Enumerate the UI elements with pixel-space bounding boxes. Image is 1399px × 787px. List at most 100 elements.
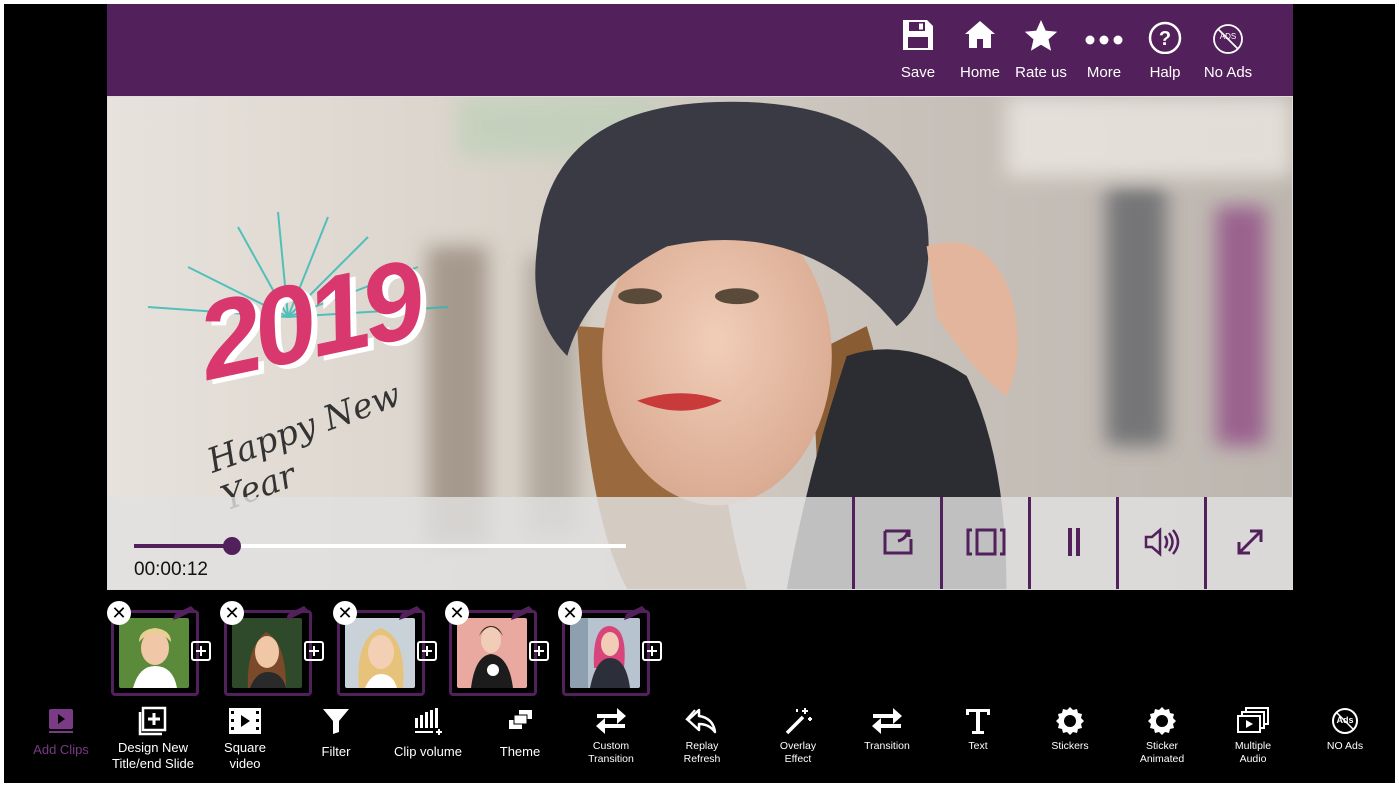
more-label: More bbox=[1086, 64, 1122, 81]
video-preview[interactable]: 2019 Happy New Year 00:00:12 bbox=[107, 96, 1293, 590]
pencil-icon[interactable] bbox=[284, 604, 312, 627]
home-button[interactable]: Home bbox=[949, 18, 1011, 90]
theme-tool[interactable]: Theme bbox=[475, 706, 565, 776]
clip-add-button[interactable] bbox=[529, 641, 549, 661]
pause-button[interactable] bbox=[1028, 497, 1117, 589]
replay-refresh-label: Replay Refresh bbox=[683, 740, 721, 765]
rate-us-button[interactable]: Rate us bbox=[1010, 18, 1072, 90]
swap-arrows-icon bbox=[566, 706, 656, 738]
pencil-icon[interactable] bbox=[397, 604, 425, 627]
transition-tool[interactable]: Transition bbox=[842, 706, 932, 776]
text-label: Text bbox=[968, 740, 988, 752]
multi-audio-icon bbox=[1208, 706, 1298, 738]
badge-icon bbox=[1117, 706, 1207, 738]
transition-label: Transition bbox=[864, 740, 910, 752]
swap-arrows-icon bbox=[842, 706, 932, 738]
replay-refresh-tool[interactable]: Replay Refresh bbox=[657, 706, 747, 776]
aspect-ratio-icon bbox=[966, 527, 1006, 562]
square-video-label: Square video bbox=[224, 740, 266, 771]
theme-icon bbox=[475, 706, 565, 738]
clip-delete-button[interactable]: ✕ bbox=[220, 601, 244, 625]
clip-add-button[interactable] bbox=[642, 641, 662, 661]
stickers-label: Stickers bbox=[1051, 740, 1089, 752]
seek-bar-fill bbox=[134, 544, 233, 548]
clip-item[interactable]: ✕ bbox=[333, 601, 437, 696]
custom-transition-label: Custom Transition bbox=[588, 740, 634, 765]
pencil-icon[interactable] bbox=[509, 604, 537, 627]
fullscreen-button[interactable] bbox=[1204, 497, 1292, 589]
more-button[interactable]: More bbox=[1073, 18, 1135, 90]
clip-item[interactable]: ✕ bbox=[558, 601, 662, 696]
clip-thumbnail bbox=[232, 618, 302, 688]
home-label: Home bbox=[959, 64, 1000, 81]
no-ads-icon: Ads bbox=[1300, 706, 1390, 738]
home-icon bbox=[949, 18, 1011, 58]
rate-us-label: Rate us bbox=[1015, 64, 1067, 81]
volume-bars-icon bbox=[383, 706, 473, 738]
replay-icon bbox=[657, 706, 747, 738]
floppy-disk-icon bbox=[887, 18, 949, 58]
pencil-icon[interactable] bbox=[171, 604, 199, 627]
help-button[interactable]: ? Halp bbox=[1134, 18, 1196, 90]
new-year-overlay: 2019 Happy New Year bbox=[128, 207, 468, 519]
star-icon bbox=[1010, 18, 1072, 58]
expand-icon bbox=[1235, 527, 1265, 562]
clip-add-button[interactable] bbox=[304, 641, 324, 661]
pause-icon bbox=[1067, 527, 1081, 562]
custom-transition-tool[interactable]: Custom Transition bbox=[566, 706, 656, 776]
clip-item[interactable]: ✕ bbox=[220, 601, 324, 696]
no-ads-tool-label: NO Ads bbox=[1326, 740, 1364, 752]
seek-knob[interactable] bbox=[223, 537, 242, 555]
no-ads-icon: ADS bbox=[1197, 18, 1259, 58]
aspect-ratio-button[interactable] bbox=[940, 497, 1029, 589]
clip-thumbnail bbox=[457, 618, 527, 688]
design-title-slide-label: Design New Title/end Slide bbox=[112, 740, 194, 771]
help-label: Halp bbox=[1149, 64, 1181, 81]
crop-icon bbox=[882, 527, 914, 562]
clip-delete-button[interactable]: ✕ bbox=[445, 601, 469, 625]
clip-delete-button[interactable]: ✕ bbox=[558, 601, 582, 625]
magic-wand-icon bbox=[753, 706, 843, 738]
clip-item[interactable]: ✕ bbox=[107, 601, 211, 696]
speaker-icon bbox=[1144, 526, 1180, 562]
top-bar: Save Home Rate us More ? Halp ADS No Ads bbox=[107, 4, 1293, 96]
no-ads-tool[interactable]: Ads NO Ads bbox=[1300, 706, 1390, 776]
clip-delete-button[interactable]: ✕ bbox=[333, 601, 357, 625]
add-clips-tool[interactable]: Add Clips bbox=[16, 706, 106, 776]
clip-volume-tool[interactable]: Clip volume bbox=[383, 706, 473, 776]
text-tool[interactable]: Text bbox=[933, 706, 1023, 776]
pencil-icon[interactable] bbox=[622, 604, 650, 627]
no-ads-badge: ADS bbox=[1219, 32, 1237, 41]
video-clip-icon bbox=[16, 706, 106, 738]
crop-button[interactable] bbox=[852, 497, 941, 589]
clip-item[interactable]: ✕ bbox=[445, 601, 549, 696]
svg-text:?: ? bbox=[1159, 28, 1171, 50]
funnel-icon bbox=[291, 706, 381, 738]
clip-add-button[interactable] bbox=[417, 641, 437, 661]
overlay-effect-tool[interactable]: Overlay Effect bbox=[753, 706, 843, 776]
badge-icon bbox=[1025, 706, 1115, 738]
save-button[interactable]: Save bbox=[887, 18, 949, 90]
playback-controls: 00:00:12 bbox=[108, 497, 1292, 589]
square-video-tool[interactable]: Square video bbox=[200, 706, 290, 776]
clip-add-button[interactable] bbox=[191, 641, 211, 661]
filter-tool[interactable]: Filter bbox=[291, 706, 381, 776]
stickers-tool[interactable]: Stickers bbox=[1025, 706, 1115, 776]
add-slide-icon bbox=[108, 706, 198, 738]
question-circle-icon: ? bbox=[1134, 18, 1196, 58]
film-strip-icon bbox=[200, 706, 290, 738]
clip-volume-label: Clip volume bbox=[394, 744, 462, 759]
theme-label: Theme bbox=[499, 744, 541, 759]
no-ads-button[interactable]: ADS No Ads bbox=[1197, 18, 1259, 90]
clip-thumbnail bbox=[570, 618, 640, 688]
multiple-audio-tool[interactable]: Multiple Audio bbox=[1208, 706, 1298, 776]
volume-button[interactable] bbox=[1116, 497, 1205, 589]
sticker-animated-tool[interactable]: Sticker Animated bbox=[1117, 706, 1207, 776]
time-display: 00:00:12 bbox=[134, 559, 208, 580]
seek-bar[interactable] bbox=[134, 537, 626, 555]
design-title-slide-tool[interactable]: Design New Title/end Slide bbox=[108, 706, 198, 776]
save-label: Save bbox=[900, 64, 936, 81]
clip-delete-button[interactable]: ✕ bbox=[107, 601, 131, 625]
clip-thumbnail bbox=[119, 618, 189, 688]
filter-label: Filter bbox=[321, 744, 351, 759]
